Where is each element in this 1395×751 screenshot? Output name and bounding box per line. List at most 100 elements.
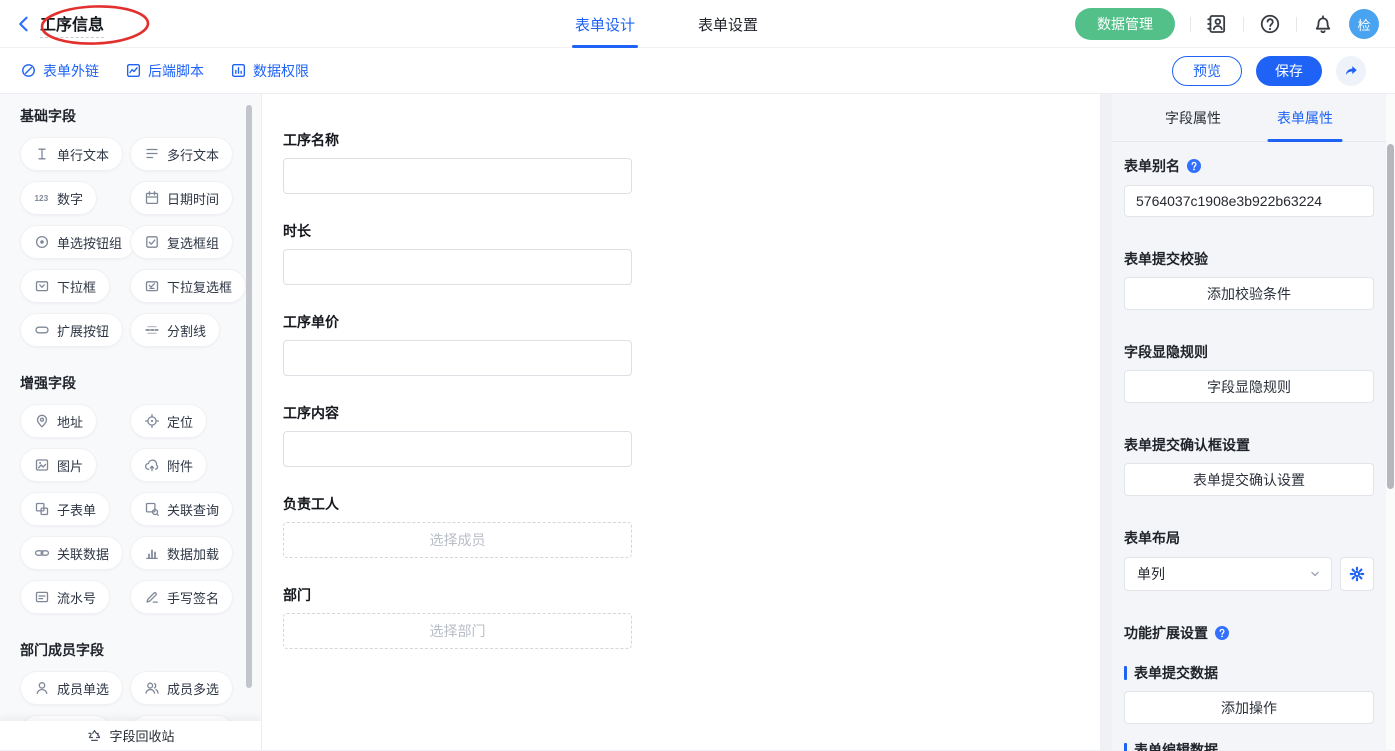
tab-form-properties[interactable]: 表单属性 [1277,94,1333,142]
multi-text-icon [144,146,160,162]
field-pill-子表单[interactable]: 子表单 [20,492,110,526]
sidebar-section-title: 基础字段 [20,106,261,123]
recycle-icon [87,728,102,743]
field-pill-手写签名[interactable]: 手写签名 [130,580,233,614]
add-action-button[interactable]: 添加操作 [1124,691,1374,724]
form-canvas[interactable]: 工序名称时长工序单价工序内容负责工人选择成员部门选择部门 [262,94,1100,750]
multiselect-icon [144,278,160,294]
field-input[interactable] [283,431,632,467]
properties-tabs: 字段属性 表单属性 [1112,94,1386,142]
field-recycle-bin[interactable]: 字段回收站 [0,721,262,750]
field-visibility-button[interactable]: 字段显隐规则 [1124,370,1374,403]
field-input[interactable] [283,340,632,376]
form-field-工序名称[interactable]: 工序名称 [283,130,632,194]
serial-icon [34,589,50,605]
field-visibility-section: 字段显隐规则 字段显隐规则 [1124,342,1374,403]
paperclip-icon [20,62,37,79]
field-pill-地址[interactable]: 地址 [20,404,97,438]
field-pill-成员单选[interactable]: 成员单选 [20,671,123,705]
form-field-时长[interactable]: 时长 [283,221,632,285]
add-validation-button[interactable]: 添加校验条件 [1124,277,1374,310]
subform-icon [34,501,50,517]
form-field-工序单价[interactable]: 工序单价 [283,312,632,376]
field-input[interactable] [283,249,632,285]
tab-form-design[interactable]: 表单设计 [575,0,635,48]
panel-scrollbar-thumb[interactable] [1387,144,1394,489]
field-label: 负责工人 [283,494,632,514]
field-pill-成员多选[interactable]: 成员多选 [130,671,233,705]
member-single-icon [34,680,50,696]
avatar[interactable]: 检 [1349,9,1379,39]
layout-settings-button[interactable] [1340,557,1374,591]
main-area: 基础字段单行文本多行文本123数字日期时间单选按钮组复选框组下拉框下拉复选框扩展… [0,94,1395,750]
form-field-部门[interactable]: 部门选择部门 [283,585,632,649]
layout-select[interactable]: 单列 [1124,557,1332,591]
datetime-icon [144,190,160,206]
toolbar-link-1[interactable]: 后端脚本 [125,61,204,81]
field-palette-sidebar: 基础字段单行文本多行文本123数字日期时间单选按钮组复选框组下拉框下拉复选框扩展… [0,94,262,750]
contacts-icon[interactable] [1206,13,1228,35]
header-tabs: 表单设计 表单设置 [575,0,758,48]
sidebar-section: 部门成员字段成员单选成员多选 [20,640,261,705]
field-input[interactable] [283,158,632,194]
share-button[interactable] [1336,56,1366,86]
field-pill-日期时间[interactable]: 日期时间 [130,181,233,215]
field-pill-下拉复选框[interactable]: 下拉复选框 [130,269,246,303]
form-alias-input[interactable] [1124,185,1374,217]
data-manage-button[interactable]: 数据管理 [1075,8,1175,40]
ext-button-icon [34,322,50,338]
sidebar-scrollbar[interactable] [246,105,252,688]
question-filled-icon[interactable] [1214,625,1230,641]
submit-confirm-button[interactable]: 表单提交确认设置 [1124,463,1374,496]
bell-icon[interactable] [1312,13,1334,35]
field-picker[interactable]: 选择成员 [283,522,632,558]
help-icon[interactable] [1259,13,1281,35]
member-multi-icon [144,680,160,696]
field-pill-单选按钮组[interactable]: 单选按钮组 [20,225,136,259]
tab-field-properties[interactable]: 字段属性 [1165,94,1221,142]
question-filled-icon[interactable] [1186,158,1202,174]
image-icon [34,457,50,473]
extension-group-1: 表单编辑数据添加操作 [1124,740,1374,751]
linked-query-icon [144,501,160,517]
preview-button[interactable]: 预览 [1172,56,1242,86]
location-icon [144,413,160,429]
gear-icon [1349,566,1365,582]
form-field-工序内容[interactable]: 工序内容 [283,403,632,467]
field-pill-关联查询[interactable]: 关联查询 [130,492,233,526]
field-pill-row: 单行文本多行文本 [20,137,261,171]
field-pill-数字[interactable]: 123数字 [20,181,97,215]
properties-panel: 字段属性 表单属性 表单别名 表单提交校验 添加校验条件 字段显隐规则 字段显隐… [1112,94,1386,750]
field-pill-分割线[interactable]: 分割线 [130,313,220,347]
address-icon [34,413,50,429]
field-pill-附件[interactable]: 附件 [130,448,207,482]
field-pill-单行文本[interactable]: 单行文本 [20,137,123,171]
field-pill-复选框组[interactable]: 复选框组 [130,225,233,259]
submit-confirm-section: 表单提交确认框设置 表单提交确认设置 [1124,435,1374,496]
field-pill-row: 图片附件 [20,448,261,482]
extension-settings-section: 功能扩展设置 表单提交数据添加操作表单编辑数据添加操作 [1124,623,1374,751]
field-pill-数据加载[interactable]: 数据加载 [130,536,233,570]
field-pill-row: 123数字日期时间 [20,181,261,215]
tab-form-settings[interactable]: 表单设置 [698,0,758,48]
field-picker[interactable]: 选择部门 [283,613,632,649]
field-pill-定位[interactable]: 定位 [130,404,207,438]
field-pill-关联数据[interactable]: 关联数据 [20,536,123,570]
toolbar-link-0[interactable]: 表单外链 [20,61,99,81]
checkbox-icon [144,234,160,250]
page-title[interactable]: 工序信息 [40,11,104,38]
toolbar-link-2[interactable]: 数据权限 [230,61,309,81]
svg-text:123: 123 [35,194,49,203]
field-label: 工序单价 [283,312,632,332]
field-pill-下拉框[interactable]: 下拉框 [20,269,110,303]
form-field-负责工人[interactable]: 负责工人选择成员 [283,494,632,558]
form-alias-label: 表单别名 [1124,156,1180,176]
field-pill-扩展按钮[interactable]: 扩展按钮 [20,313,123,347]
sidebar-section: 基础字段单行文本多行文本123数字日期时间单选按钮组复选框组下拉框下拉复选框扩展… [20,106,261,347]
field-pill-流水号[interactable]: 流水号 [20,580,110,614]
save-button[interactable]: 保存 [1256,56,1322,86]
field-pill-图片[interactable]: 图片 [20,448,97,482]
back-icon[interactable] [14,14,34,34]
field-pill-多行文本[interactable]: 多行文本 [130,137,233,171]
panel-scrollbar-track[interactable] [1386,94,1395,750]
